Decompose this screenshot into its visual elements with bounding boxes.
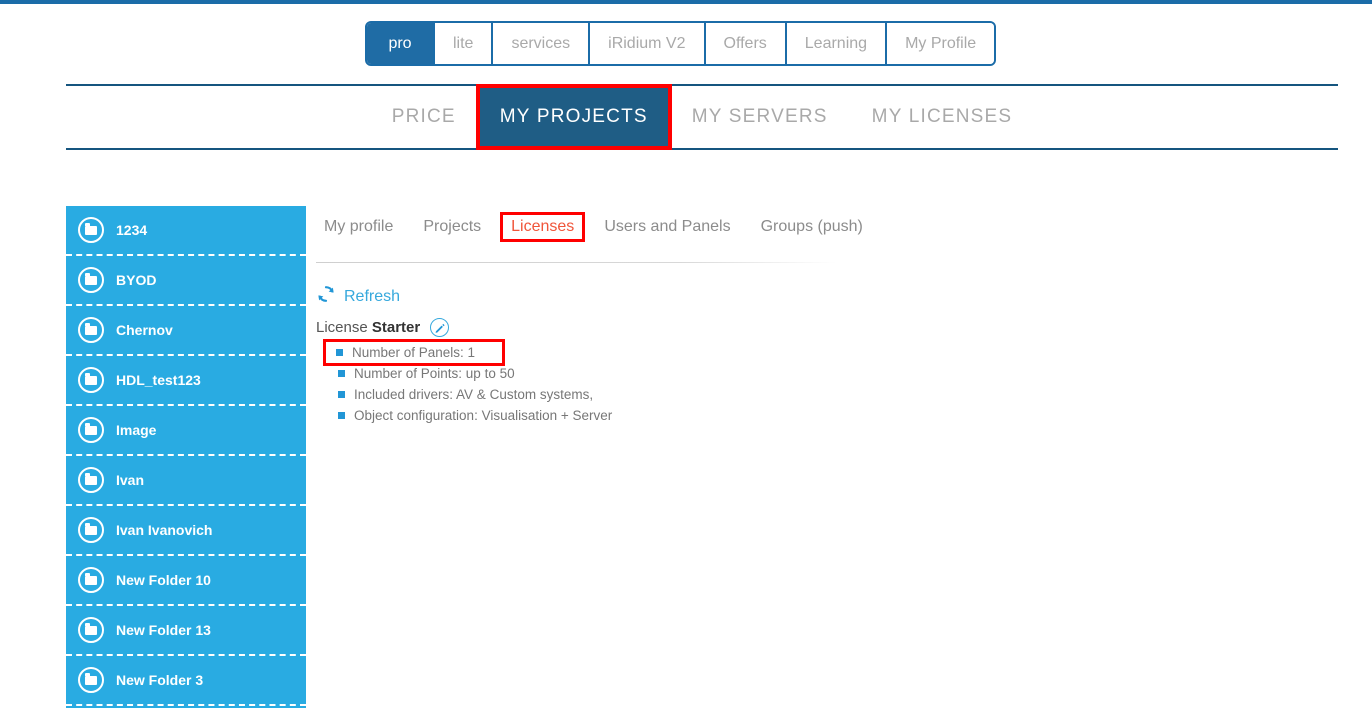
sub-tab-label: My profile xyxy=(324,218,394,235)
sidebar-item-ivan[interactable]: Ivan xyxy=(66,456,306,506)
sidebar-item-new-folder-3[interactable]: New Folder 3 xyxy=(66,656,306,706)
license-name: Starter xyxy=(371,319,421,336)
product-tab-lite[interactable]: lite xyxy=(435,23,494,64)
license-feature-list: Number of Panels: 1 Number of Points: up… xyxy=(323,339,746,426)
product-tab-label: iRidium V2 xyxy=(608,34,686,52)
sub-tab-groups-push[interactable]: Groups (push) xyxy=(753,215,871,239)
folder-icon xyxy=(78,517,104,543)
sidebar-item-label: Ivan xyxy=(116,472,145,488)
product-tab-label: Learning xyxy=(804,34,868,52)
license-title-row: License Starter xyxy=(316,318,450,337)
license-feature-text: Included drivers: AV & Custom systems, xyxy=(354,387,594,402)
content-panel: My profile Projects Licenses Users and P… xyxy=(316,206,1372,708)
sub-tab-licenses[interactable]: Licenses xyxy=(500,212,586,242)
sidebar-item-ivan-ivanovich[interactable]: Ivan Ivanovich xyxy=(66,506,306,556)
main-navigation: PRICE MY PROJECTS MY SERVERS MY LICENSES xyxy=(66,84,1338,150)
sidebar-item-chernov[interactable]: Chernov xyxy=(66,306,306,356)
license-feature-points: Number of Points: up to 50 xyxy=(326,363,746,384)
sidebar-item-label: HDL_test123 xyxy=(116,372,201,388)
product-tab-label: pro xyxy=(388,34,412,52)
sub-tab-bar: My profile Projects Licenses Users and P… xyxy=(316,206,1372,248)
folder-icon xyxy=(78,217,104,243)
sidebar-item-label: 1234 xyxy=(116,222,148,238)
license-feature-panels: Number of Panels: 1 xyxy=(323,339,505,366)
top-accent-bar xyxy=(0,0,1372,4)
product-tab-label: Offers xyxy=(723,34,767,52)
bullet-icon xyxy=(338,412,345,419)
pencil-icon[interactable] xyxy=(430,318,450,337)
sub-tab-label: Groups (push) xyxy=(760,218,863,235)
project-folder-sidebar[interactable]: 1234 BYOD Chernov HDL_test123 Image Ivan… xyxy=(66,206,306,708)
nav-item-label: PRICE xyxy=(391,106,456,127)
folder-icon xyxy=(78,267,104,293)
product-tab-iridium-v2[interactable]: iRidium V2 xyxy=(590,23,706,64)
sub-tab-label: Projects xyxy=(423,218,482,235)
main-nav-divider-bottom xyxy=(66,148,1338,150)
folder-icon xyxy=(78,417,104,443)
license-feature-drivers: Included drivers: AV & Custom systems, xyxy=(326,384,746,405)
product-tab-offers[interactable]: Offers xyxy=(705,23,787,64)
license-feature-text: Number of Points: up to 50 xyxy=(354,366,515,381)
nav-item-my-licenses[interactable]: MY LICENSES xyxy=(850,86,1035,148)
license-feature-text: Number of Panels: 1 xyxy=(352,345,476,360)
product-tab-group: pro lite services iRidium V2 Offers Lear… xyxy=(365,21,997,66)
product-tab-label: services xyxy=(511,34,571,52)
sidebar-item-new-folder-13[interactable]: New Folder 13 xyxy=(66,606,306,656)
nav-item-my-servers[interactable]: MY SERVERS xyxy=(670,86,850,148)
product-tab-pro[interactable]: pro xyxy=(367,23,435,64)
license-title: License Starter xyxy=(316,319,420,336)
nav-item-label: MY PROJECTS xyxy=(499,106,648,127)
nav-item-label: MY LICENSES xyxy=(871,106,1013,127)
nav-item-my-projects[interactable]: MY PROJECTS xyxy=(475,84,672,150)
bullet-icon xyxy=(338,391,345,398)
product-tab-label: lite xyxy=(453,34,474,52)
folder-icon xyxy=(78,317,104,343)
refresh-icon xyxy=(316,284,336,309)
sub-tab-label: Users and Panels xyxy=(604,218,731,235)
refresh-button[interactable]: Refresh xyxy=(316,284,400,309)
sub-tab-projects[interactable]: Projects xyxy=(415,215,489,239)
sidebar-item-new-folder-10[interactable]: New Folder 10 xyxy=(66,556,306,606)
folder-icon xyxy=(78,667,104,693)
license-feature-object-config: Object configuration: Visualisation + Se… xyxy=(326,405,746,426)
nav-item-label: MY SERVERS xyxy=(691,106,828,127)
product-tab-my-profile[interactable]: My Profile xyxy=(887,23,995,64)
sidebar-item-label: BYOD xyxy=(116,272,157,288)
bullet-icon xyxy=(338,370,345,377)
sidebar-item-byod[interactable]: BYOD xyxy=(66,256,306,306)
sidebar-item-label: New Folder 3 xyxy=(116,672,204,688)
sub-tab-divider xyxy=(316,262,836,263)
license-prefix: License xyxy=(316,319,372,336)
folder-icon xyxy=(78,567,104,593)
sidebar-item-label: New Folder 13 xyxy=(116,622,211,638)
folder-icon xyxy=(78,467,104,493)
sidebar-item-label: Chernov xyxy=(116,322,173,338)
sidebar-item-label: Image xyxy=(116,422,157,438)
sub-tab-users-and-panels[interactable]: Users and Panels xyxy=(596,215,738,239)
sub-tab-my-profile[interactable]: My profile xyxy=(316,215,401,239)
folder-icon xyxy=(78,617,104,643)
sidebar-item-image[interactable]: Image xyxy=(66,406,306,456)
bullet-icon xyxy=(336,349,343,356)
product-tab-label: My Profile xyxy=(905,34,977,52)
sub-tab-label: Licenses xyxy=(511,218,575,235)
sidebar-item-1234[interactable]: 1234 xyxy=(66,206,306,256)
product-tab-learning[interactable]: Learning xyxy=(786,23,888,64)
sidebar-item-label: New Folder 10 xyxy=(116,572,211,588)
refresh-label: Refresh xyxy=(344,287,401,305)
product-tab-services[interactable]: services xyxy=(493,23,591,64)
license-feature-text: Object configuration: Visualisation + Se… xyxy=(354,408,613,423)
nav-item-price[interactable]: PRICE xyxy=(370,86,478,148)
sidebar-item-label: Ivan Ivanovich xyxy=(116,522,213,538)
folder-icon xyxy=(78,367,104,393)
sidebar-item-hdl-test123[interactable]: HDL_test123 xyxy=(66,356,306,406)
